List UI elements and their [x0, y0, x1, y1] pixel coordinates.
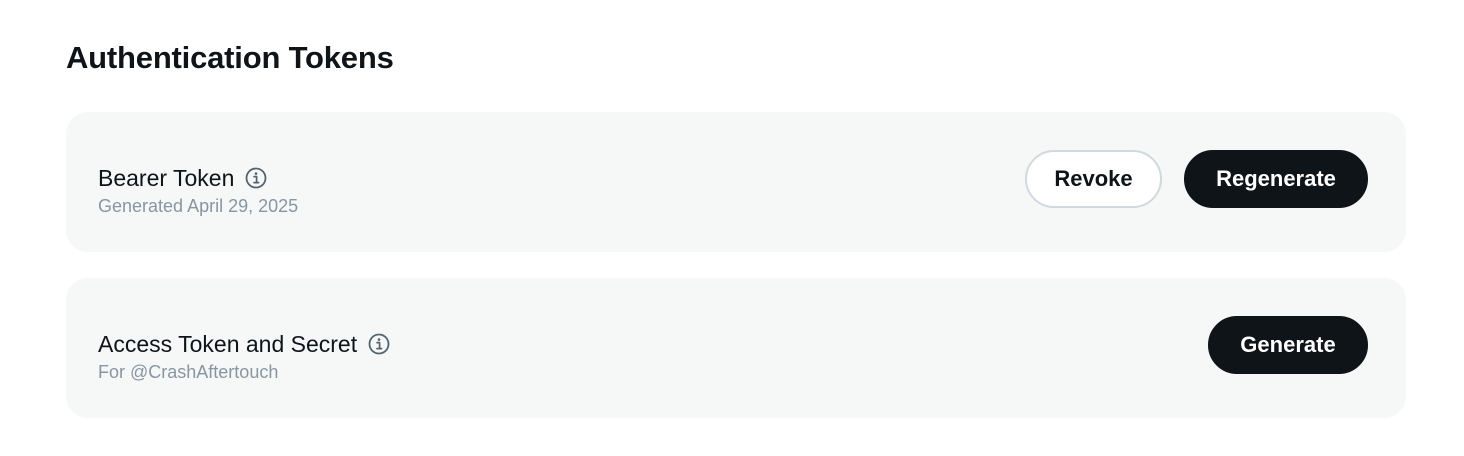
bearer-token-generated-date: Generated April 29, 2025 — [98, 196, 299, 216]
access-token-title: Access Token and Secret — [98, 330, 358, 357]
info-circle-icon — [368, 333, 390, 355]
info-circle-icon — [245, 167, 267, 189]
bearer-token-card: Bearer Token Generated April 29, 2025 Re… — [66, 112, 1406, 252]
access-token-info: Access Token and Secret For @CrashAftert… — [98, 328, 391, 384]
generate-button[interactable]: Generate — [1208, 316, 1368, 374]
access-token-account: For @CrashAftertouch — [98, 362, 279, 382]
page-title: Authentication Tokens — [66, 40, 394, 75]
regenerate-button[interactable]: Regenerate — [1184, 150, 1368, 208]
revoke-button[interactable]: Revoke — [1025, 150, 1162, 208]
bearer-token-info: Bearer Token Generated April 29, 2025 — [98, 162, 298, 218]
access-token-actions: Generate — [1208, 316, 1368, 374]
info-icon[interactable] — [367, 332, 391, 356]
bearer-token-actions: Revoke Regenerate — [1025, 150, 1368, 208]
access-token-card: Access Token and Secret For @CrashAftert… — [66, 278, 1406, 418]
bearer-token-title: Bearer Token — [98, 164, 235, 191]
bearer-token-title-row: Bearer Token — [98, 162, 298, 194]
info-icon[interactable] — [244, 166, 268, 190]
access-token-title-row: Access Token and Secret — [98, 328, 391, 360]
